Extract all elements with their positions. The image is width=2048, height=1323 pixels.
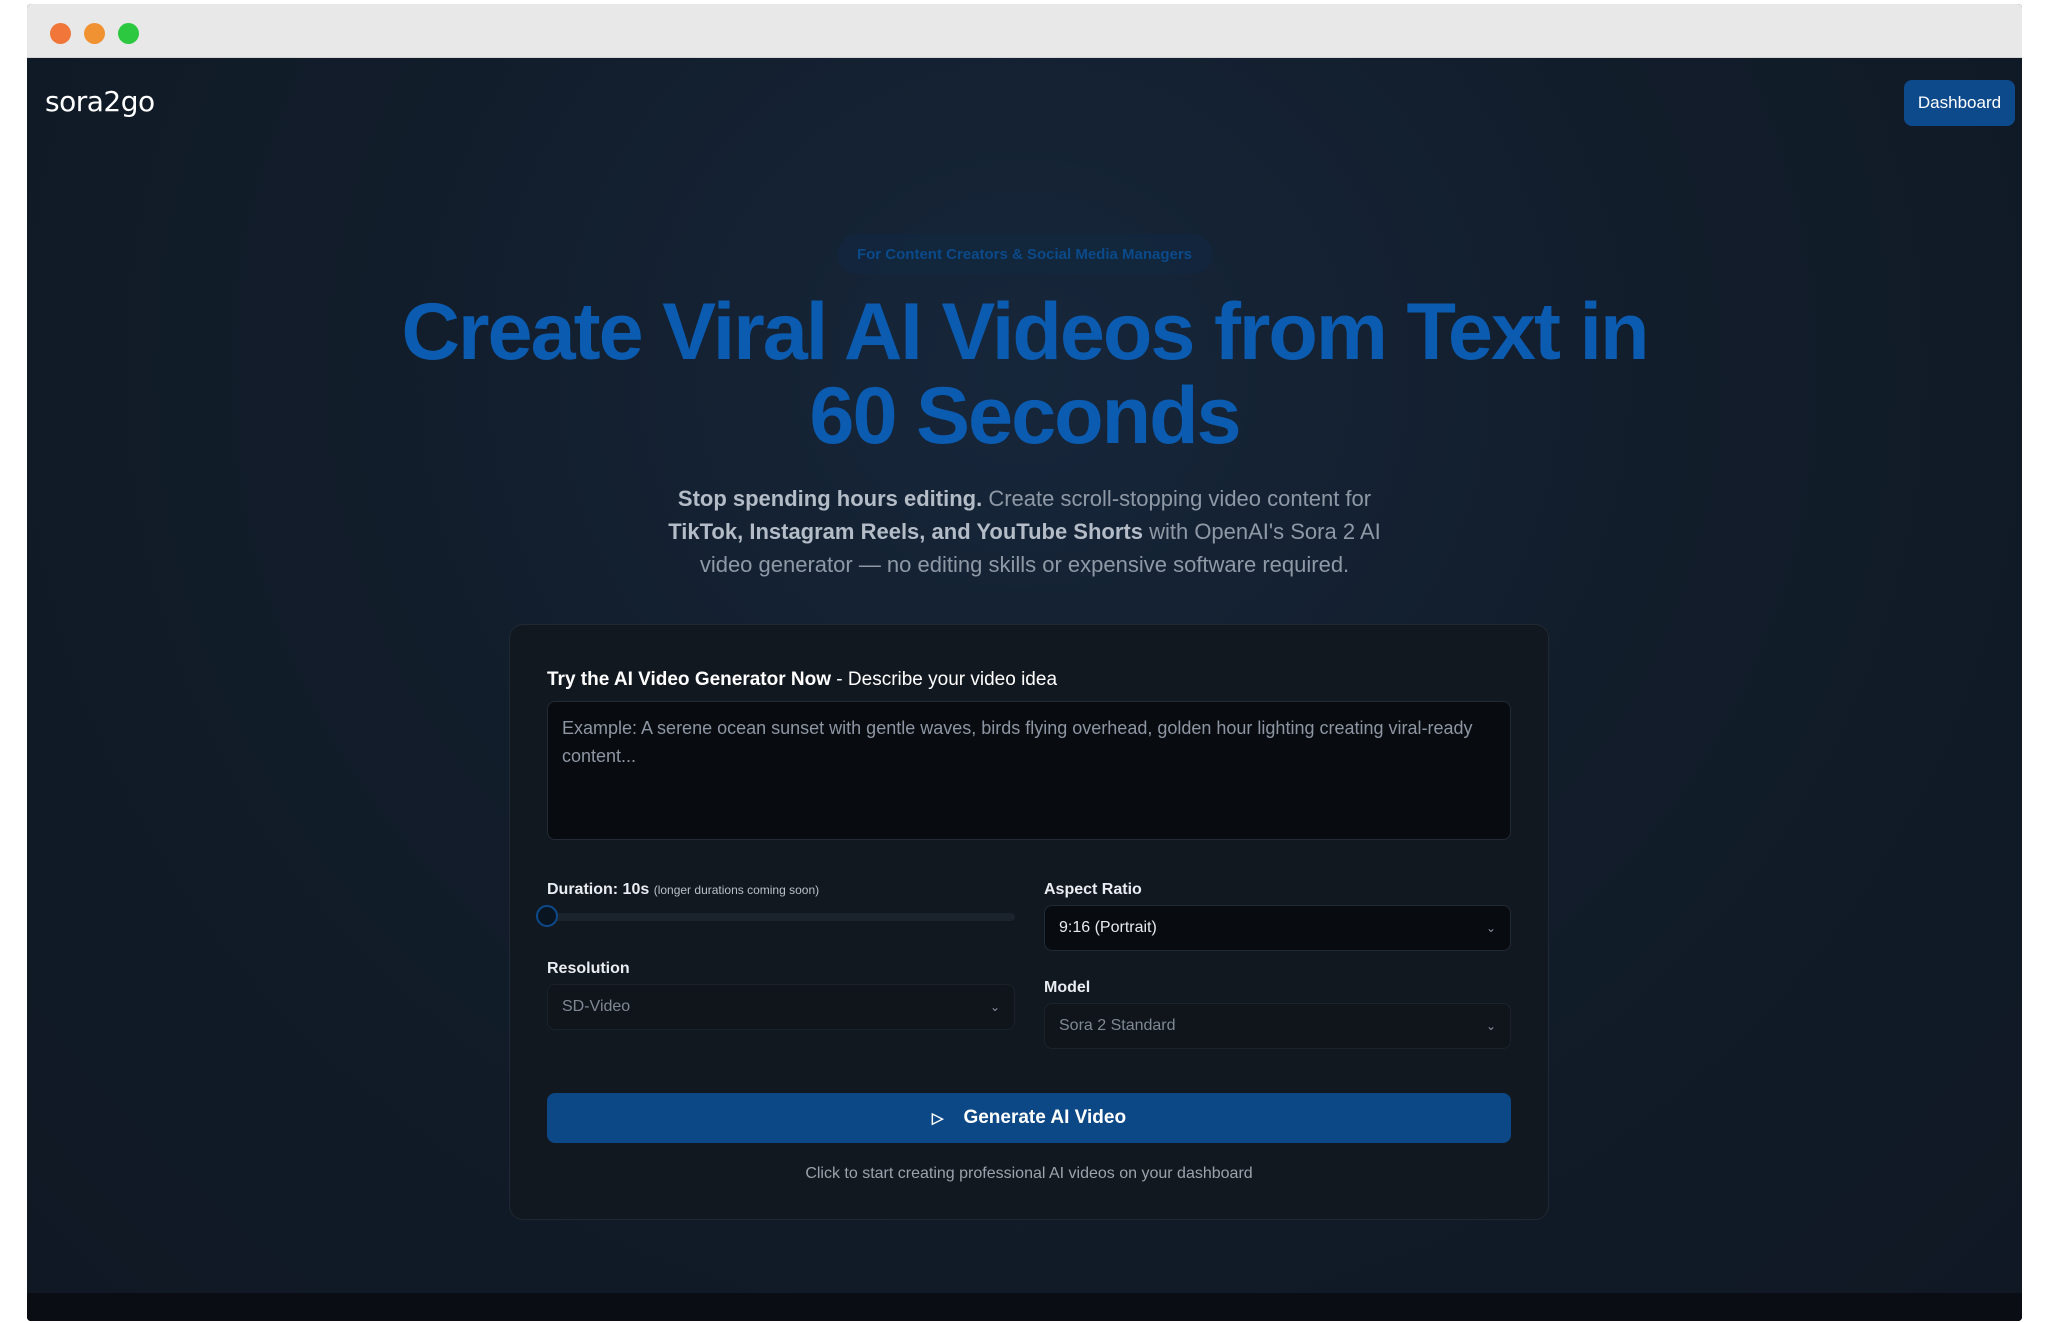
hero-headline: Create Viral AI Videos from Text in 60 S…: [27, 290, 2022, 458]
duration-label-text: Duration: 10s: [547, 881, 650, 898]
model-value: Sora 2 Standard: [1059, 1017, 1176, 1034]
duration-label: Duration: 10s (longer durations coming s…: [547, 881, 819, 899]
resolution-value: SD-Video: [562, 998, 631, 1015]
audience-badge: For Content Creators & Social Media Mana…: [836, 234, 1213, 274]
minimize-window-button[interactable]: [84, 23, 105, 44]
chevron-down-icon: ⌄: [1485, 1019, 1496, 1033]
footer-strip: [27, 1293, 2022, 1321]
window-titlebar: [27, 4, 2022, 58]
dashboard-button[interactable]: Dashboard: [1904, 80, 2015, 126]
duration-slider-thumb[interactable]: [536, 905, 558, 927]
generate-video-button[interactable]: ▷ Generate AI Video: [547, 1093, 1511, 1143]
model-label: Model: [1044, 979, 1091, 996]
subtext-bold-2: TikTok, Instagram Reels, and YouTube Sho…: [668, 519, 1143, 544]
chevron-down-icon: ⌄: [989, 1000, 1000, 1014]
generator-hint: Click to start creating professional AI …: [805, 1165, 1253, 1182]
landing-page: sora2go Dashboard For Content Creators &…: [27, 58, 2022, 1321]
close-window-button[interactable]: [50, 23, 71, 44]
duration-slider-track[interactable]: [547, 913, 1015, 921]
generator-title-rest: - Describe your video idea: [831, 669, 1058, 690]
subtext-bold-1: Stop spending hours editing.: [677, 486, 983, 511]
duration-note: (longer durations coming soon): [653, 883, 820, 897]
headline-line-1: Create Viral AI Videos from Text in: [401, 287, 1650, 377]
aspect-ratio-select[interactable]: 9:16 (Portrait) ⌄: [1044, 905, 1511, 951]
hero-subtext: Stop spending hours editing. Create scro…: [645, 482, 1405, 581]
generator-title-bold: Try the AI Video Generator Now: [547, 669, 832, 690]
subtext-1: Create scroll-stopping video content for: [982, 486, 1372, 511]
prompt-textarea[interactable]: Example: A serene ocean sunset with gent…: [547, 701, 1511, 840]
model-select[interactable]: Sora 2 Standard ⌄: [1044, 1003, 1511, 1049]
resolution-label: Resolution: [547, 960, 630, 977]
logo[interactable]: sora2go: [45, 85, 155, 118]
resolution-select[interactable]: SD-Video ⌄: [547, 984, 1015, 1030]
browser-window: sora2go Dashboard For Content Creators &…: [27, 4, 2022, 1321]
aspect-ratio-label: Aspect Ratio: [1044, 881, 1142, 898]
headline-line-2: 60 Seconds: [809, 371, 1241, 461]
play-icon: ▷: [931, 1110, 944, 1127]
chevron-down-icon: ⌄: [1485, 921, 1496, 935]
aspect-ratio-value: 9:16 (Portrait): [1059, 919, 1157, 936]
generator-title: Try the AI Video Generator Now - Describ…: [547, 669, 1057, 691]
maximize-window-button[interactable]: [118, 23, 139, 44]
generate-button-label: Generate AI Video: [963, 1107, 1127, 1128]
generator-card: Try the AI Video Generator Now - Describ…: [509, 624, 1549, 1220]
